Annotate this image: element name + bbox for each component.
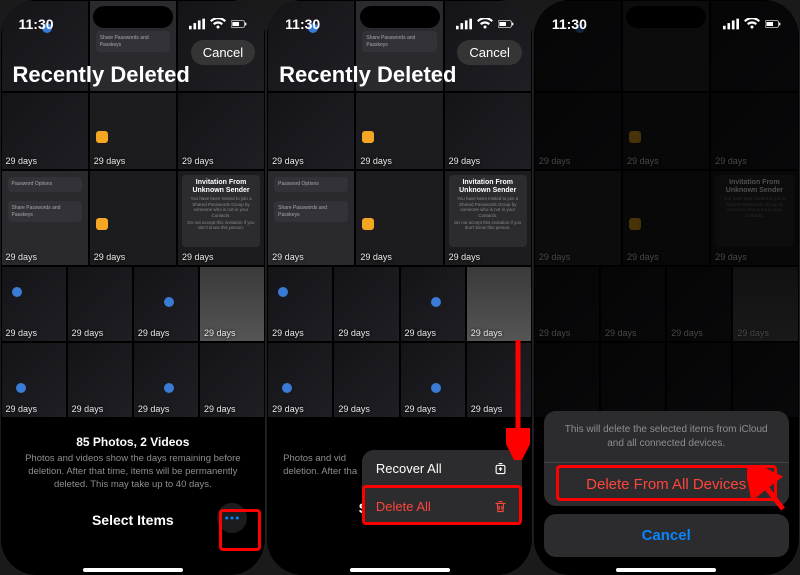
home-indicator[interactable] bbox=[350, 568, 450, 572]
notch bbox=[93, 6, 173, 28]
more-options-button[interactable] bbox=[217, 503, 247, 533]
status-time: 11:30 bbox=[552, 16, 587, 32]
thumbnail[interactable]: Password OptionsShare Passwords and Pass… bbox=[267, 170, 355, 266]
battery-icon bbox=[231, 18, 247, 30]
thumbnail[interactable]: 29 days bbox=[400, 342, 466, 418]
recover-all-menu-item[interactable]: Recover All bbox=[362, 450, 522, 488]
thumbnail[interactable]: 29 days bbox=[199, 266, 265, 342]
recover-icon bbox=[493, 461, 508, 476]
thumbnail[interactable]: 29 days bbox=[133, 266, 199, 342]
ellipsis-icon bbox=[223, 509, 241, 527]
page-title: Recently Deleted bbox=[279, 62, 456, 88]
action-sheet-cancel-button[interactable]: Cancel bbox=[544, 514, 789, 557]
status-icons bbox=[723, 18, 781, 30]
status-icons bbox=[189, 18, 247, 30]
cancel-button[interactable]: Cancel bbox=[191, 40, 255, 65]
battery-icon bbox=[765, 18, 781, 30]
summary-text: Photos and videos show the days remainin… bbox=[13, 453, 254, 491]
thumbnail[interactable]: 29 days bbox=[1, 92, 89, 170]
signal-icon bbox=[189, 18, 205, 30]
footer: 85 Photos, 2 Videos Photos and videos sh… bbox=[1, 425, 266, 575]
action-sheet-message: This will delete the selected items from… bbox=[544, 411, 789, 463]
menu-item-label: Delete All bbox=[376, 499, 431, 514]
cancel-button[interactable]: Cancel bbox=[457, 40, 521, 65]
signal-icon bbox=[723, 18, 739, 30]
notch bbox=[626, 6, 706, 28]
screenshot-panel-1: 11:30 Cancel Recently Deleted Password O… bbox=[1, 0, 267, 575]
wifi-icon bbox=[744, 18, 760, 30]
status-time: 11:30 bbox=[19, 16, 54, 32]
status-time: 11:30 bbox=[285, 16, 320, 32]
page-title: Recently Deleted bbox=[13, 62, 190, 88]
wifi-icon bbox=[210, 18, 226, 30]
action-sheet: This will delete the selected items from… bbox=[544, 411, 789, 565]
signal-icon bbox=[456, 18, 472, 30]
thumbnail[interactable]: 29 days bbox=[1, 342, 67, 418]
thumbnail[interactable]: 29 days bbox=[267, 342, 333, 418]
context-menu: Recover All Delete All bbox=[362, 450, 522, 525]
select-items-button[interactable]: Select Items bbox=[92, 512, 174, 528]
screenshot-panel-2: 11:30 Cancel Recently Deleted Password O… bbox=[267, 0, 533, 575]
home-indicator[interactable] bbox=[83, 568, 183, 572]
thumbnail[interactable]: 29 days bbox=[444, 92, 532, 170]
thumbnail[interactable]: 29 days bbox=[89, 92, 177, 170]
delete-from-all-devices-button[interactable]: Delete From All Devices bbox=[544, 463, 789, 506]
screenshot-panel-3: 11:30 Password Options 29 days 29 days 2… bbox=[534, 0, 800, 575]
thumbnail[interactable]: 29 days bbox=[267, 266, 333, 342]
status-icons bbox=[456, 18, 514, 30]
thumbnail[interactable]: 29 days bbox=[133, 342, 199, 418]
thumbnail[interactable]: 29 days bbox=[355, 92, 443, 170]
thumbnail[interactable]: 29 days bbox=[333, 266, 399, 342]
summary-count: 85 Photos, 2 Videos bbox=[13, 435, 254, 449]
invitation-card: Invitation From Unknown Sender You have … bbox=[182, 175, 260, 247]
thumbnail[interactable]: Invitation From Unknown Sender You have … bbox=[444, 170, 532, 266]
battery-icon bbox=[498, 18, 514, 30]
thumbnail[interactable]: 29 days bbox=[177, 92, 265, 170]
thumbnail[interactable]: 29 days bbox=[466, 266, 532, 342]
thumbnail[interactable]: Invitation From Unknown Sender You have … bbox=[177, 170, 265, 266]
thumbnail[interactable]: 29 days bbox=[466, 342, 532, 418]
thumbnail[interactable]: 29 days bbox=[333, 342, 399, 418]
thumbnail[interactable]: 29 days bbox=[67, 342, 133, 418]
thumbnail[interactable]: 29 days bbox=[199, 342, 265, 418]
invitation-card: Invitation From Unknown Sender You have … bbox=[449, 175, 527, 247]
thumbnail[interactable]: Password OptionsShare Passwords and Pass… bbox=[1, 170, 89, 266]
wifi-icon bbox=[477, 18, 493, 30]
thumbnail[interactable]: 29 days bbox=[355, 170, 443, 266]
menu-item-label: Recover All bbox=[376, 461, 442, 476]
delete-all-menu-item[interactable]: Delete All bbox=[362, 488, 522, 525]
home-indicator[interactable] bbox=[616, 568, 716, 572]
thumbnail[interactable]: 29 days bbox=[400, 266, 466, 342]
trash-icon bbox=[493, 499, 508, 514]
notch bbox=[360, 6, 440, 28]
thumbnail[interactable]: 29 days bbox=[67, 266, 133, 342]
thumbnail[interactable]: 29 days bbox=[89, 170, 177, 266]
thumbnail[interactable]: 29 days bbox=[267, 92, 355, 170]
thumbnail[interactable]: 29 days bbox=[1, 266, 67, 342]
